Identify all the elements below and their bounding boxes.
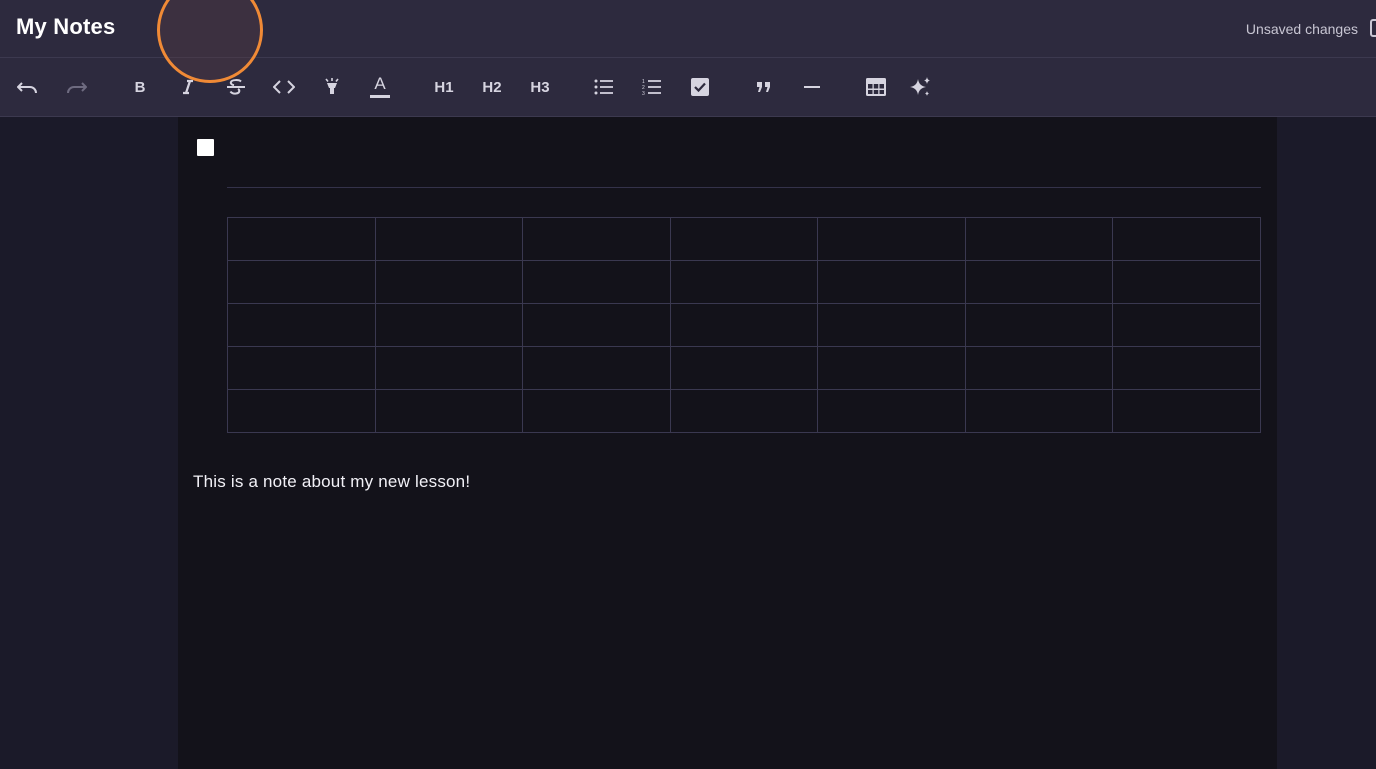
table-cell[interactable]	[227, 217, 376, 261]
table-cell[interactable]	[964, 346, 1114, 390]
horizontal-rule-button[interactable]	[797, 72, 827, 102]
table-cell[interactable]	[374, 217, 524, 261]
table-cell[interactable]	[522, 389, 671, 433]
table-cell[interactable]	[522, 346, 671, 390]
table-row	[227, 260, 1261, 304]
task-list-icon	[691, 78, 709, 96]
table-cell[interactable]	[1112, 303, 1261, 347]
table-cell[interactable]	[227, 346, 376, 390]
insert-table-button[interactable]	[861, 72, 891, 102]
numbered-list-icon: 123	[642, 79, 661, 96]
table-cell[interactable]	[374, 389, 524, 433]
table-cell[interactable]	[1112, 260, 1261, 304]
right-gutter	[1277, 117, 1376, 769]
table-cell[interactable]	[374, 346, 524, 390]
table-cell[interactable]	[227, 389, 376, 433]
highlight-button[interactable]	[317, 72, 347, 102]
code-icon	[273, 80, 295, 94]
app-title: My Notes	[16, 14, 116, 39]
italic-icon	[183, 79, 193, 95]
ai-assist-button[interactable]	[905, 72, 935, 102]
heading-1-button[interactable]: H1	[429, 72, 459, 102]
table-cell[interactable]	[964, 260, 1114, 304]
table-cell[interactable]	[522, 260, 671, 304]
horizontal-rule	[227, 187, 1261, 188]
sparkles-icon	[910, 77, 930, 96]
table-cell[interactable]	[817, 303, 966, 347]
table-cell[interactable]	[374, 303, 524, 347]
app-header: My Notes Unsaved changes	[0, 0, 1376, 58]
highlighter-icon	[325, 78, 339, 94]
heading-1-label: H1	[434, 78, 454, 96]
table-cell[interactable]	[669, 303, 819, 347]
task-list-button[interactable]	[685, 72, 715, 102]
table-icon	[866, 78, 886, 96]
text-color-icon: A	[370, 74, 390, 98]
heading-2-button[interactable]: H2	[477, 72, 507, 102]
table-cell[interactable]	[964, 389, 1114, 433]
italic-button[interactable]	[173, 72, 203, 102]
horizontal-rule-icon	[804, 86, 820, 88]
undo-icon	[17, 82, 37, 94]
table-cell[interactable]	[669, 260, 819, 304]
table-cell[interactable]	[227, 260, 376, 304]
table-cell[interactable]	[817, 217, 966, 261]
table-cell[interactable]	[964, 217, 1114, 261]
table-cell[interactable]	[522, 217, 671, 261]
numbered-list-button[interactable]: 123	[637, 72, 667, 102]
blockquote-icon	[757, 82, 770, 92]
table-row	[227, 346, 1261, 390]
note-table[interactable]	[227, 217, 1261, 433]
strikethrough-button[interactable]	[221, 72, 251, 102]
blockquote-button[interactable]	[749, 72, 779, 102]
table-cell[interactable]	[1112, 217, 1261, 261]
strikethrough-icon	[227, 79, 245, 95]
redo-icon	[67, 82, 87, 94]
task-checkbox[interactable]	[197, 139, 214, 156]
code-button[interactable]	[269, 72, 299, 102]
table-cell[interactable]	[669, 217, 819, 261]
note-paragraph[interactable]: This is a note about my new lesson!	[193, 472, 470, 492]
table-cell[interactable]	[669, 346, 819, 390]
table-cell[interactable]	[817, 389, 966, 433]
table-cell[interactable]	[1112, 389, 1261, 433]
table-cell[interactable]	[817, 260, 966, 304]
undo-button[interactable]	[13, 72, 43, 102]
heading-3-button[interactable]: H3	[525, 72, 555, 102]
heading-2-label: H2	[482, 78, 502, 96]
table-cell[interactable]	[964, 303, 1114, 347]
table-cell[interactable]	[817, 346, 966, 390]
formatting-toolbar: B A H1 H2 H3 123	[0, 58, 1376, 117]
table-cell[interactable]	[374, 260, 524, 304]
heading-3-label: H3	[530, 78, 550, 96]
table-cell[interactable]	[669, 389, 819, 433]
text-color-button[interactable]: A	[365, 72, 395, 102]
unsaved-status: Unsaved changes	[1245, 21, 1358, 37]
text-color-label: A	[374, 74, 386, 93]
bold-button[interactable]: B	[125, 72, 155, 102]
left-gutter	[0, 117, 178, 769]
text-color-bar	[370, 95, 390, 98]
table-row	[227, 217, 1261, 261]
save-icon[interactable]	[1370, 19, 1376, 37]
redo-button[interactable]	[61, 72, 91, 102]
note-editor[interactable]: This is a note about my new lesson!	[178, 117, 1277, 769]
bold-label: B	[134, 78, 146, 96]
svg-text:3: 3	[642, 91, 645, 96]
table-cell[interactable]	[1112, 346, 1261, 390]
table-row	[227, 389, 1261, 433]
table-cell[interactable]	[522, 303, 671, 347]
bulleted-list-icon	[594, 79, 613, 95]
table-cell[interactable]	[227, 303, 376, 347]
table-row	[227, 303, 1261, 347]
bulleted-list-button[interactable]	[589, 72, 619, 102]
